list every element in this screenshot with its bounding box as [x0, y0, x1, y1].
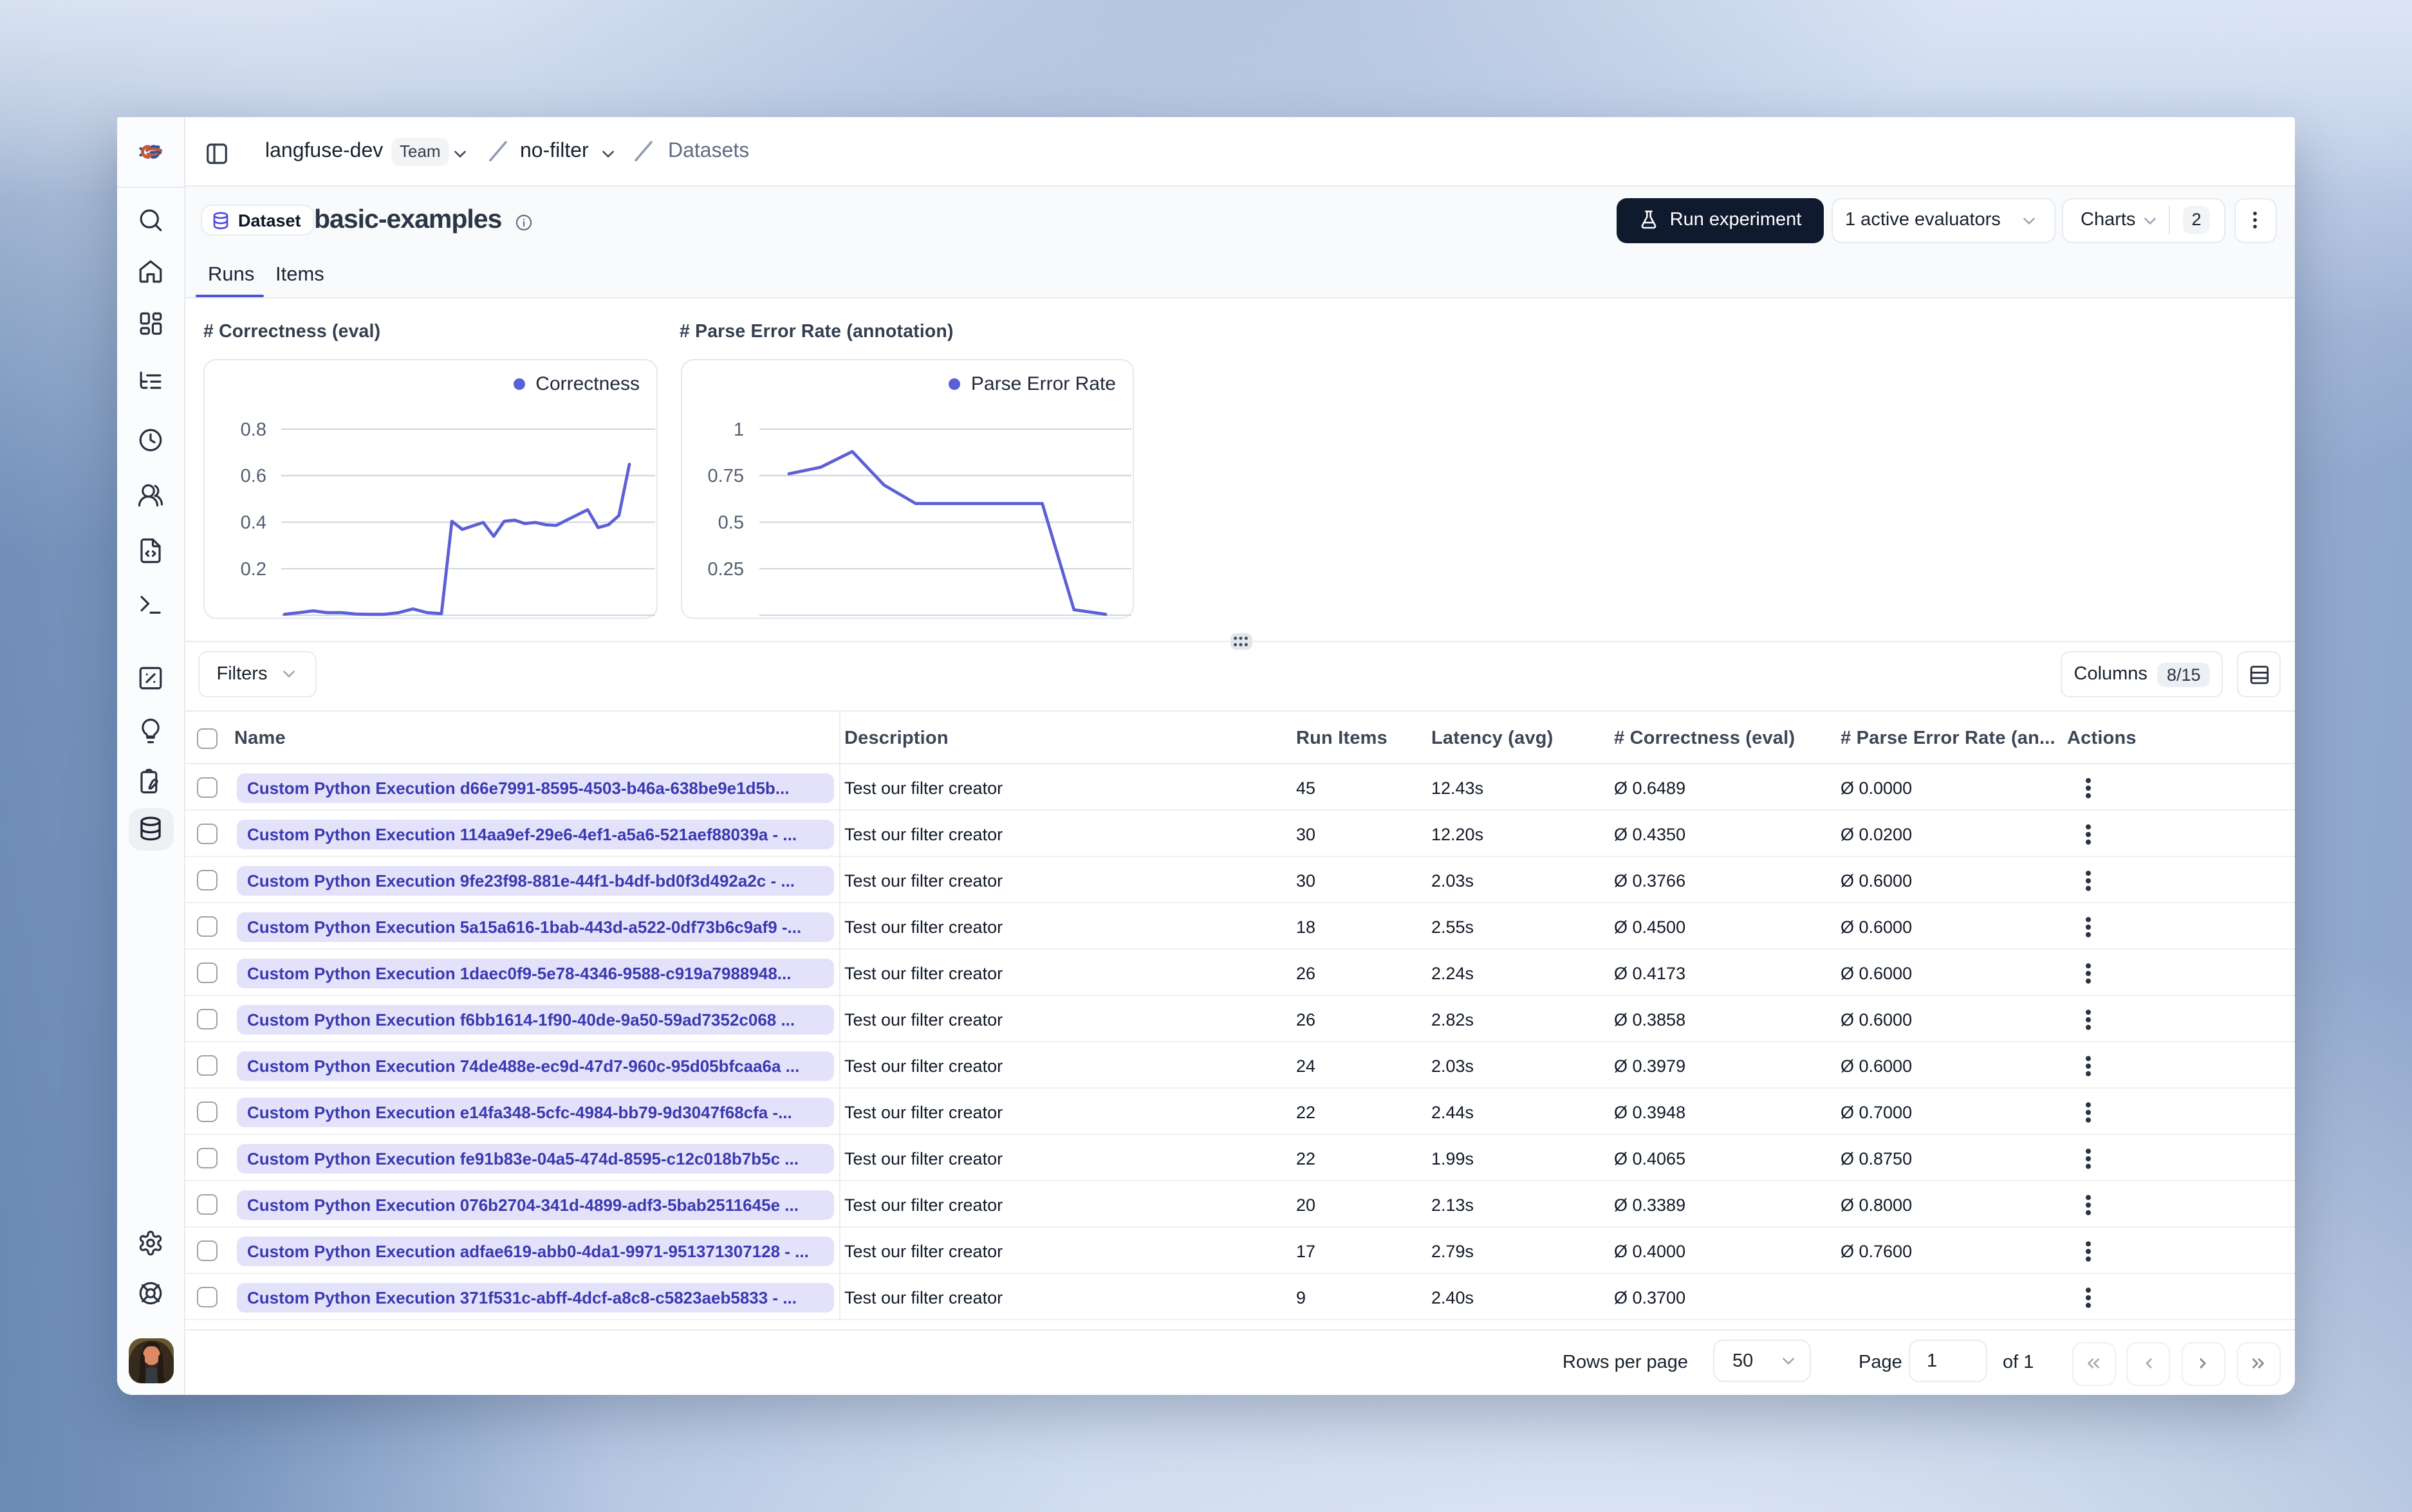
svg-text:0.75: 0.75 — [708, 465, 744, 486]
svg-text:0.4: 0.4 — [241, 512, 266, 533]
svg-text:0.6: 0.6 — [241, 465, 266, 486]
svg-text:1: 1 — [734, 419, 744, 439]
svg-text:0.25: 0.25 — [708, 558, 744, 579]
svg-text:0.8: 0.8 — [241, 419, 266, 439]
svg-text:0.5: 0.5 — [718, 512, 744, 533]
svg-text:0.2: 0.2 — [241, 558, 266, 579]
